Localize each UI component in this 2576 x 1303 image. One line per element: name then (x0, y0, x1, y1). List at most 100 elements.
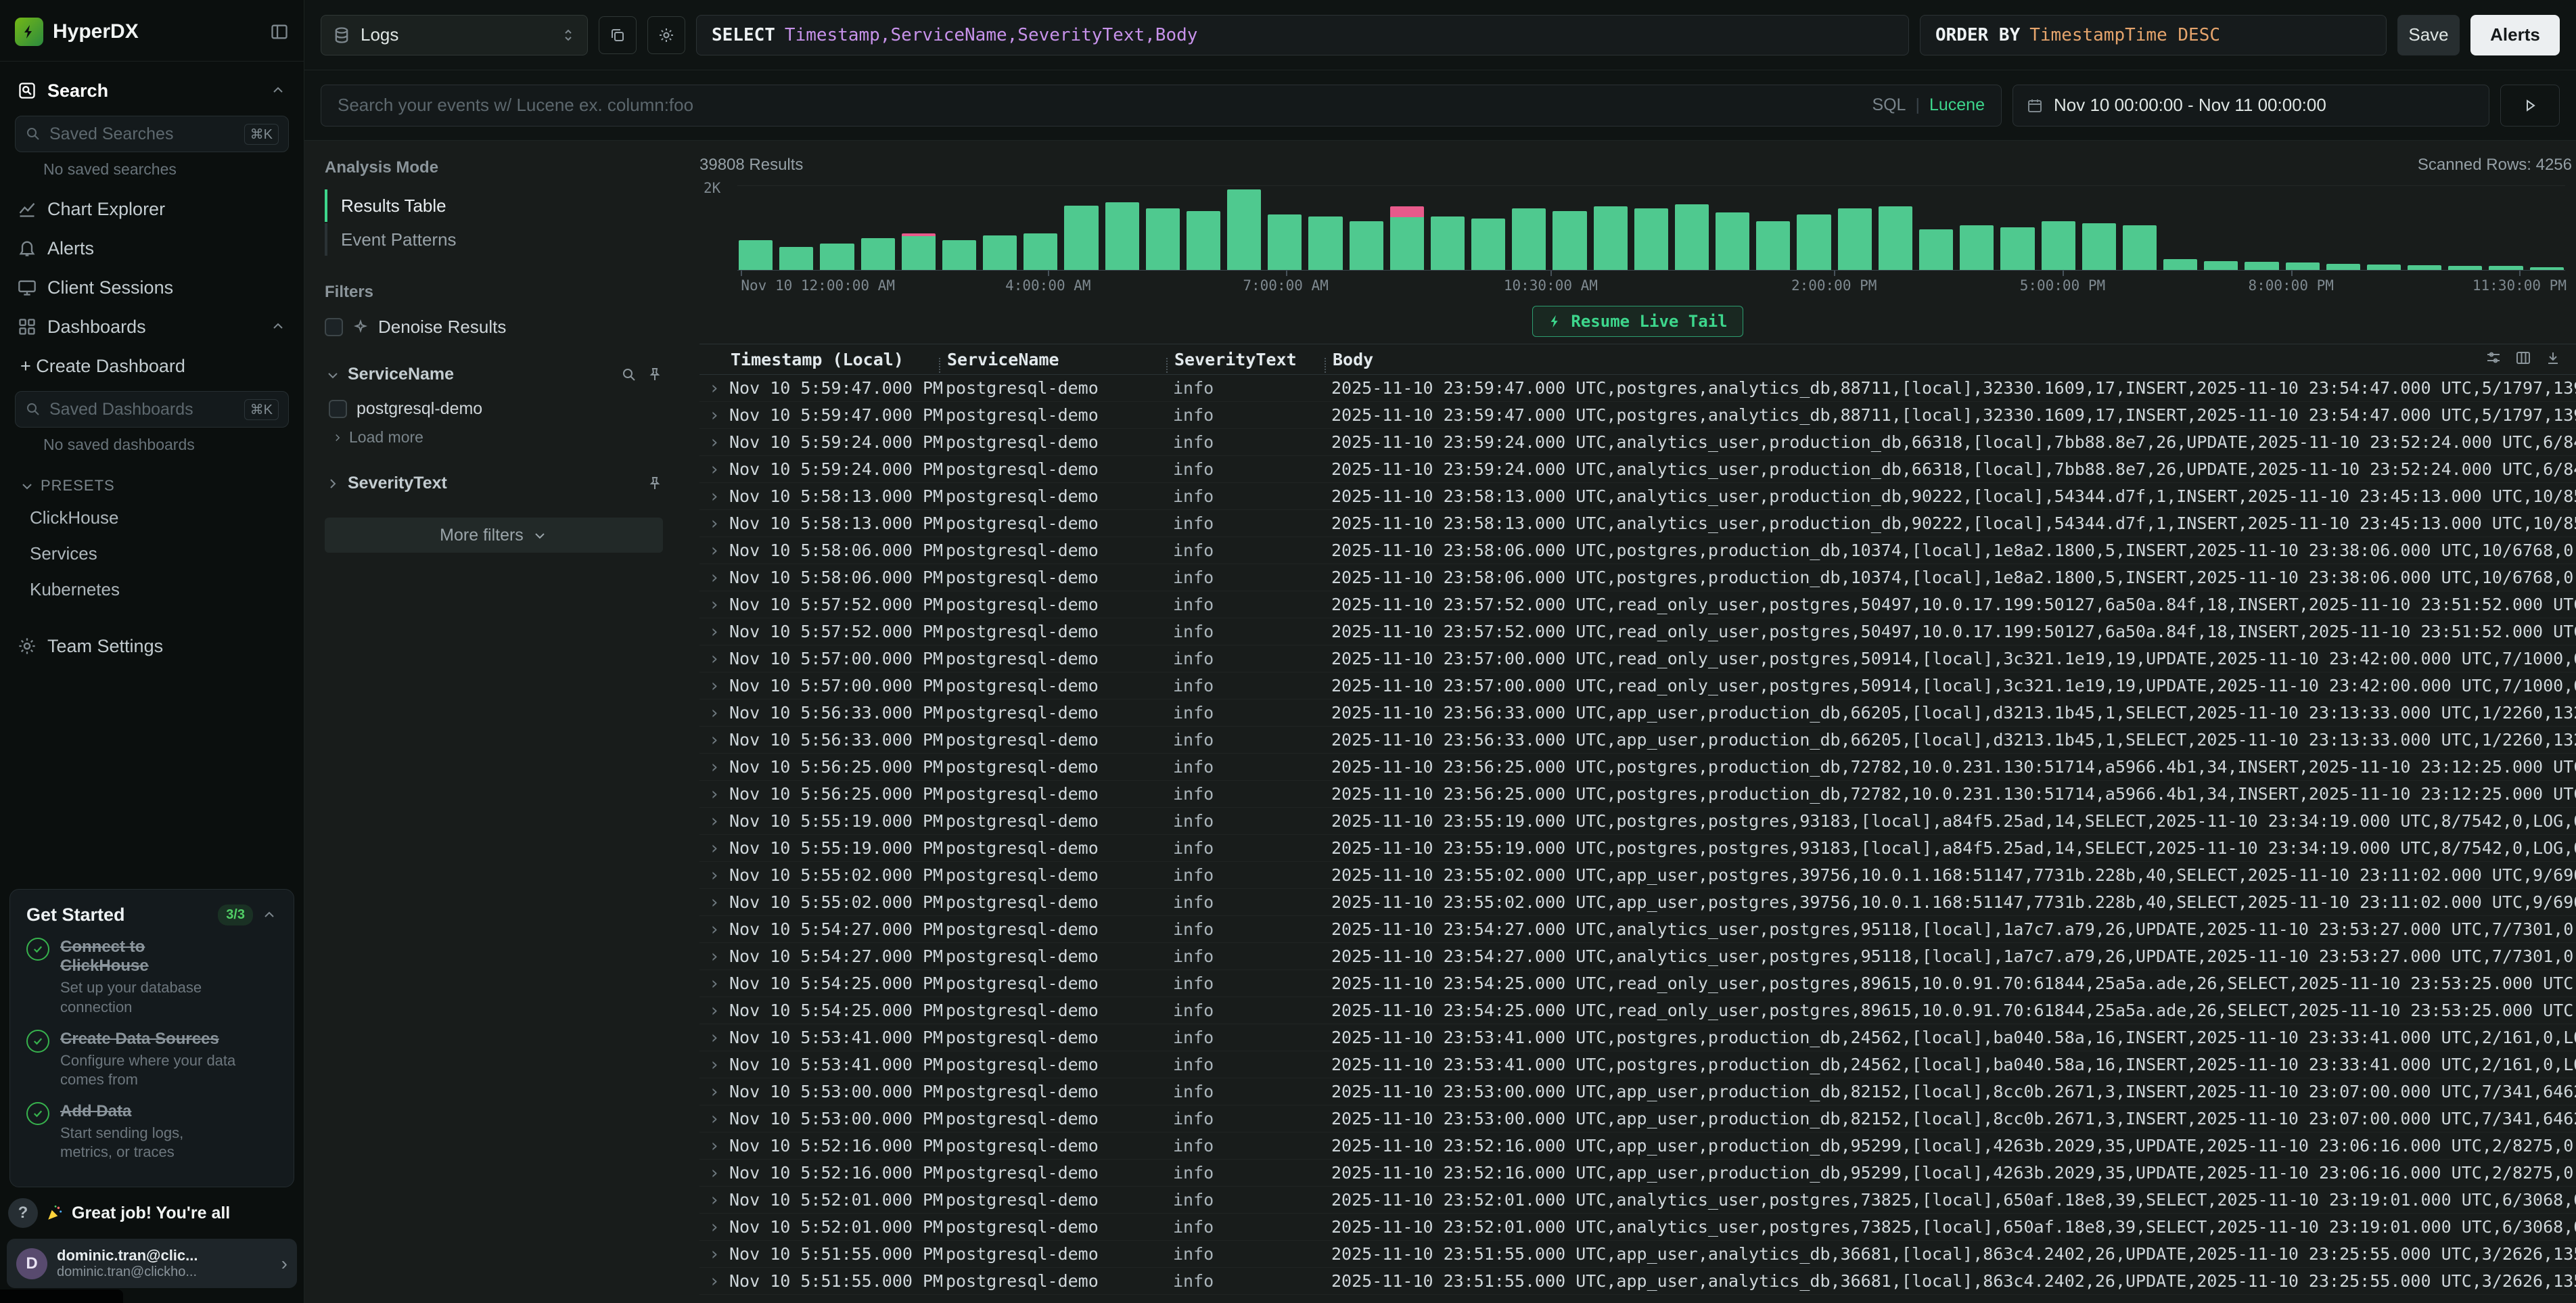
row-expand-chevron-icon[interactable] (699, 757, 729, 777)
denoise-results-checkbox-row[interactable]: Denoise Results (325, 317, 663, 338)
checkbox[interactable] (329, 400, 347, 418)
table-row[interactable]: Nov 10 5:59:47.000 PM postgresql-demo in… (699, 402, 2576, 429)
histogram-bar[interactable] (2367, 185, 2401, 270)
histogram-bar[interactable] (2204, 185, 2238, 270)
histogram-bar[interactable] (820, 185, 854, 270)
presets-section-toggle[interactable]: PRESETS (11, 465, 293, 500)
get-started-step[interactable]: Create Data Sources Configure where your… (26, 1030, 277, 1090)
row-expand-chevron-icon[interactable] (699, 378, 729, 398)
sidebar-collapse-icon[interactable] (270, 22, 289, 41)
row-expand-chevron-icon[interactable] (699, 1028, 729, 1048)
column-picker-icon[interactable] (2515, 350, 2531, 366)
chevron-up-icon[interactable] (261, 907, 277, 923)
histogram-bar[interactable] (2082, 185, 2116, 270)
create-dashboard-button[interactable]: + Create Dashboard (11, 346, 293, 386)
table-row[interactable]: Nov 10 5:56:33.000 PM postgresql-demo in… (699, 700, 2576, 727)
row-expand-chevron-icon[interactable] (699, 703, 729, 723)
row-expand-chevron-icon[interactable] (699, 486, 729, 507)
row-expand-chevron-icon[interactable] (699, 1001, 729, 1021)
saved-dashboards-input[interactable]: Saved Dashboards ⌘K (15, 391, 289, 428)
toggle-lucene[interactable]: Lucene (1929, 95, 1985, 115)
row-expand-chevron-icon[interactable] (699, 568, 729, 588)
resume-live-tail-button[interactable]: Resume Live Tail (1532, 306, 1743, 337)
facet-severitytext-header[interactable]: SeverityText (325, 474, 663, 493)
histogram-bar[interactable] (779, 185, 813, 270)
histogram-bar[interactable] (1350, 185, 1383, 270)
sidebar-item-alerts[interactable]: Alerts (11, 229, 293, 268)
row-expand-chevron-icon[interactable] (699, 1136, 729, 1156)
histogram-bar[interactable] (1716, 185, 1749, 270)
histogram-bar[interactable] (1268, 185, 1302, 270)
search-icon[interactable] (621, 367, 637, 383)
sidebar-item-client-sessions[interactable]: Client Sessions (11, 268, 293, 307)
row-expand-chevron-icon[interactable] (699, 622, 729, 642)
histogram-bar[interactable] (1024, 185, 1057, 270)
saved-searches-input[interactable]: Saved Searches ⌘K (15, 116, 289, 152)
row-expand-chevron-icon[interactable] (699, 541, 729, 561)
load-more-button[interactable]: Load more (331, 428, 663, 447)
table-row[interactable]: Nov 10 5:53:41.000 PM postgresql-demo in… (699, 1024, 2576, 1051)
table-row[interactable]: Nov 10 5:52:01.000 PM postgresql-demo in… (699, 1214, 2576, 1241)
row-expand-chevron-icon[interactable] (699, 865, 729, 886)
histogram-bar[interactable] (1512, 185, 1546, 270)
histogram-bar[interactable] (1471, 185, 1505, 270)
header-severitytext[interactable]: SeverityText (1173, 350, 1331, 369)
sidebar-item-team-settings[interactable]: Team Settings (11, 626, 293, 666)
row-expand-chevron-icon[interactable] (699, 432, 729, 453)
row-expand-chevron-icon[interactable] (699, 1082, 729, 1102)
pin-icon[interactable] (647, 367, 663, 383)
table-settings-icon[interactable] (2485, 350, 2502, 366)
get-started-step[interactable]: Add Data Start sending logs, metrics, or… (26, 1102, 277, 1162)
table-row[interactable]: Nov 10 5:54:25.000 PM postgresql-demo in… (699, 970, 2576, 997)
facet-option-postgresql-demo[interactable]: postgresql-demo (329, 399, 663, 419)
table-row[interactable]: Nov 10 5:55:19.000 PM postgresql-demo in… (699, 835, 2576, 862)
row-expand-chevron-icon[interactable] (699, 459, 729, 480)
row-expand-chevron-icon[interactable] (699, 595, 729, 615)
histogram-bar[interactable] (1919, 185, 1953, 270)
table-row[interactable]: Nov 10 5:52:16.000 PM postgresql-demo in… (699, 1160, 2576, 1187)
histogram-bar[interactable] (2163, 185, 2197, 270)
facet-servicename-header[interactable]: ServiceName (325, 365, 663, 384)
header-body[interactable]: Body (1331, 350, 2576, 369)
histogram-bar[interactable] (1064, 185, 1098, 270)
table-row[interactable]: Nov 10 5:59:24.000 PM postgresql-demo in… (699, 429, 2576, 456)
table-row[interactable]: Nov 10 5:56:25.000 PM postgresql-demo in… (699, 781, 2576, 808)
row-expand-chevron-icon[interactable] (699, 811, 729, 831)
histogram-bar[interactable] (1838, 185, 1872, 270)
row-expand-chevron-icon[interactable] (699, 919, 729, 940)
preset-item[interactable]: Services (11, 536, 293, 572)
row-expand-chevron-icon[interactable] (699, 405, 729, 426)
histogram-bar[interactable] (1308, 185, 1342, 270)
preset-item[interactable]: Kubernetes (11, 572, 293, 608)
sidebar-item-search[interactable]: Search (11, 71, 293, 110)
histogram-bar[interactable] (2408, 185, 2441, 270)
table-row[interactable]: Nov 10 5:57:52.000 PM postgresql-demo in… (699, 618, 2576, 645)
row-expand-chevron-icon[interactable] (699, 649, 729, 669)
histogram-bar[interactable] (1960, 185, 1994, 270)
table-row[interactable]: Nov 10 5:52:16.000 PM postgresql-demo in… (699, 1133, 2576, 1160)
table-row[interactable]: Nov 10 5:55:19.000 PM postgresql-demo in… (699, 808, 2576, 835)
row-expand-chevron-icon[interactable] (699, 892, 729, 913)
row-expand-chevron-icon[interactable] (699, 838, 729, 859)
table-row[interactable]: Nov 10 5:56:25.000 PM postgresql-demo in… (699, 754, 2576, 781)
row-expand-chevron-icon[interactable] (699, 946, 729, 967)
date-range-picker[interactable]: Nov 10 00:00:00 - Nov 11 00:00:00 (2013, 85, 2489, 127)
histogram-bar[interactable] (1390, 185, 1424, 270)
histogram-bar[interactable] (1675, 185, 1709, 270)
row-expand-chevron-icon[interactable] (699, 1190, 729, 1210)
row-expand-chevron-icon[interactable] (699, 730, 729, 750)
table-row[interactable]: Nov 10 5:56:33.000 PM postgresql-demo in… (699, 727, 2576, 754)
help-button[interactable]: ? (8, 1198, 38, 1228)
chevron-up-icon[interactable] (270, 319, 286, 335)
save-button[interactable]: Save (2397, 15, 2460, 55)
hyperdx-logo-icon[interactable] (15, 18, 43, 46)
table-row[interactable]: Nov 10 5:54:25.000 PM postgresql-demo in… (699, 997, 2576, 1024)
table-row[interactable]: Nov 10 5:57:52.000 PM postgresql-demo in… (699, 591, 2576, 618)
table-row[interactable]: Nov 10 5:55:02.000 PM postgresql-demo in… (699, 862, 2576, 889)
table-row[interactable]: Nov 10 5:55:02.000 PM postgresql-demo in… (699, 889, 2576, 916)
table-row[interactable]: Nov 10 5:58:06.000 PM postgresql-demo in… (699, 537, 2576, 564)
histogram-bar[interactable] (1594, 185, 1628, 270)
table-row[interactable]: Nov 10 5:54:27.000 PM postgresql-demo in… (699, 943, 2576, 970)
histogram-bar[interactable] (2530, 185, 2564, 270)
histogram-bar[interactable] (1105, 185, 1139, 270)
